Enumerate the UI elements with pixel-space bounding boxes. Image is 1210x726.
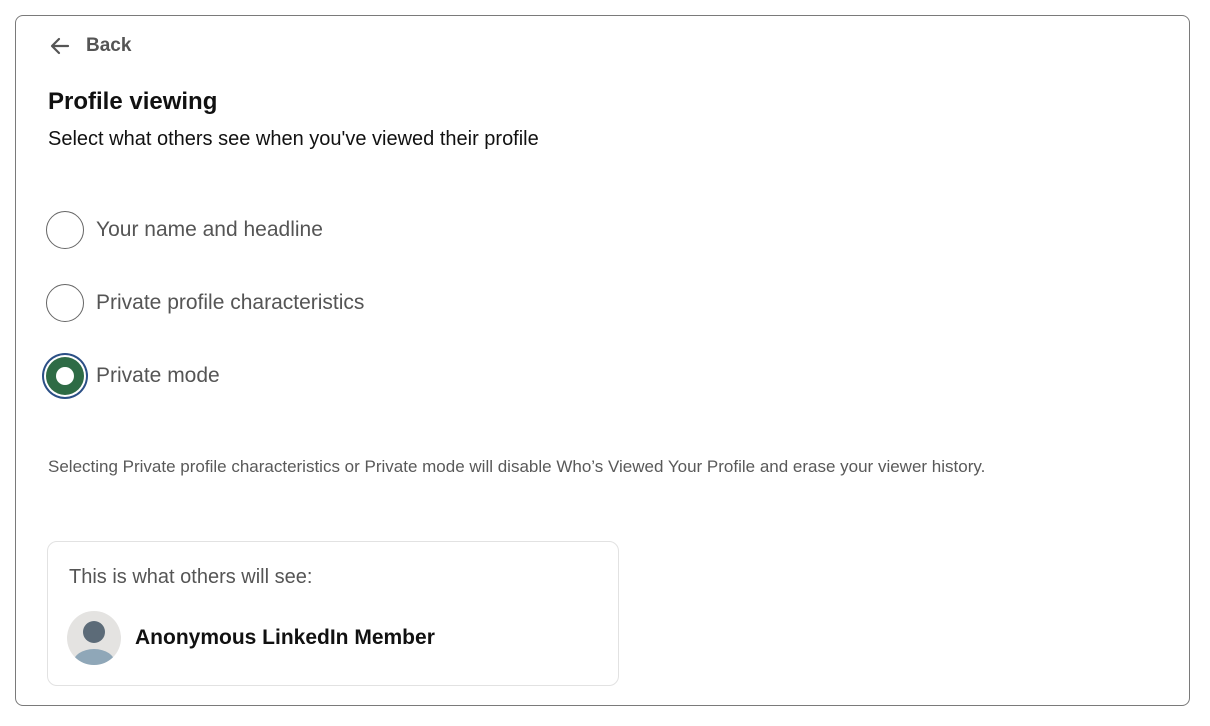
profile-viewing-panel: Back Profile viewing Select what others … (15, 15, 1190, 706)
back-label: Back (86, 35, 132, 56)
option-label: Private mode (96, 364, 220, 387)
option-name-and-headline[interactable]: Your name and headline (46, 211, 323, 249)
option-private-profile-characteristics[interactable]: Private profile characteristics (46, 284, 364, 322)
anonymous-member: Anonymous LinkedIn Member (67, 611, 435, 665)
privacy-disclaimer: Selecting Private profile characteristic… (48, 457, 986, 476)
option-label: Your name and headline (96, 218, 323, 241)
member-name: Anonymous LinkedIn Member (135, 626, 435, 649)
option-label: Private profile characteristics (96, 291, 365, 314)
radio-button[interactable] (46, 211, 84, 249)
radio-button[interactable] (46, 284, 84, 322)
preview-label: This is what others will see: (69, 566, 313, 588)
anonymous-avatar-icon (67, 611, 121, 665)
option-private-mode[interactable]: Private mode (46, 357, 220, 395)
arrow-left-icon (48, 34, 72, 58)
back-button[interactable]: Back (48, 34, 131, 58)
radio-button-selected[interactable] (46, 357, 84, 395)
page-title: Profile viewing (48, 88, 218, 115)
visibility-preview-card: This is what others will see: Anonymous … (47, 541, 619, 686)
page-subtitle: Select what others see when you've viewe… (48, 128, 539, 150)
